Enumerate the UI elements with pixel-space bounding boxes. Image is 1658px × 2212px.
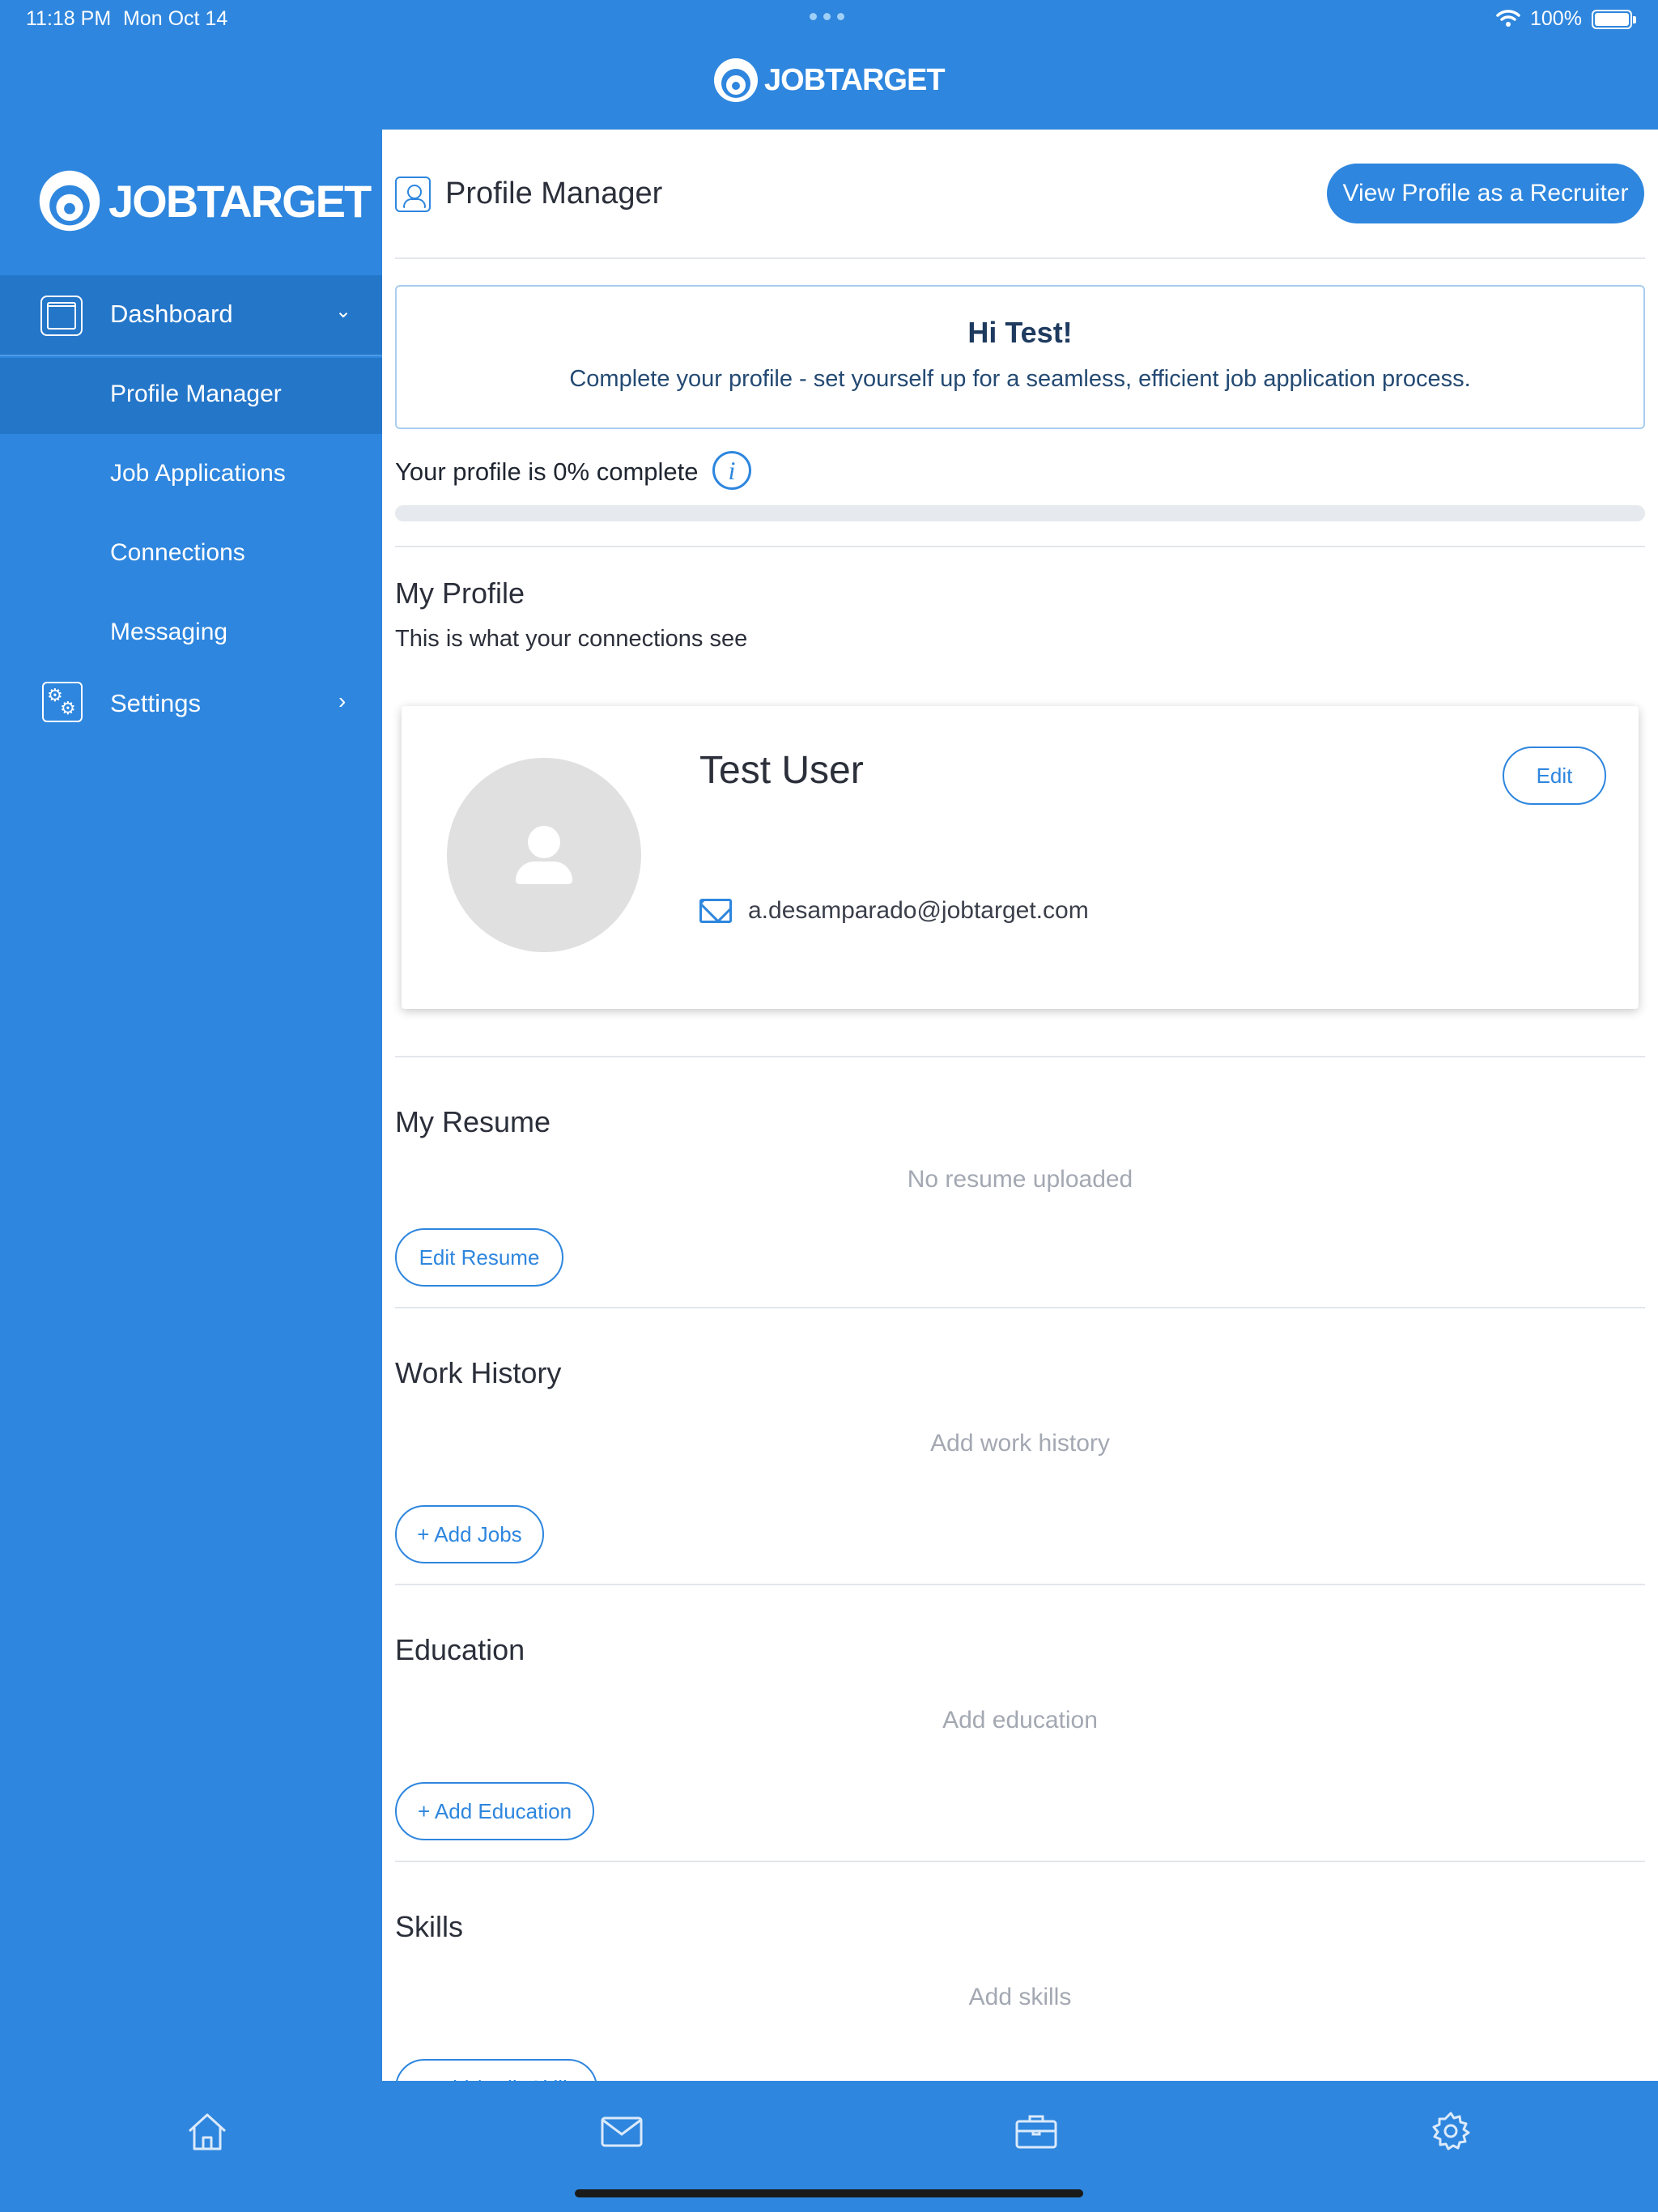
battery-icon: [1592, 10, 1636, 29]
home-indicator[interactable]: [575, 2189, 1083, 2197]
sidebar-item-label: Messaging: [110, 619, 228, 645]
profile-name: Test User: [699, 749, 864, 792]
target-logo-icon: [39, 170, 100, 232]
bottom-tab-bar: [0, 2081, 1658, 2212]
info-icon[interactable]: i: [712, 451, 751, 490]
add-edit-skills-button[interactable]: + Add / Edit Skills: [395, 2059, 597, 2081]
sidebar-logo: JOBTARGET: [37, 168, 372, 233]
divider: [395, 546, 1645, 547]
main-content: Profile Manager View Profile as a Recrui…: [382, 130, 1658, 2081]
app-logo-top: JOBTARGET: [712, 57, 946, 104]
divider: [395, 1307, 1645, 1308]
profile-manager-icon: [395, 177, 431, 212]
status-date: Mon Oct 14: [123, 7, 228, 30]
divider: [395, 1584, 1645, 1585]
welcome-message: Complete your profile - set yourself up …: [569, 366, 1471, 392]
sidebar: JOBTARGET Dashboard ⌄ Profile Manager Jo…: [0, 130, 382, 2081]
target-logo-icon: [714, 58, 758, 102]
sidebar-item-dashboard[interactable]: Dashboard ⌄: [0, 275, 382, 356]
edit-profile-button[interactable]: Edit: [1503, 747, 1606, 805]
edit-resume-button[interactable]: Edit Resume: [395, 1228, 563, 1287]
brand-name-sidebar: JOBTARGET: [108, 175, 372, 227]
status-bar: 11:18 PM Mon Oct 14 100%: [0, 0, 1658, 39]
sidebar-item-messaging[interactable]: Messaging: [0, 596, 382, 672]
multitasking-dots-icon[interactable]: [810, 6, 844, 20]
person-icon: [528, 826, 560, 858]
education-title: Education: [395, 1633, 525, 1666]
avatar: [447, 758, 641, 952]
gear-icon[interactable]: [1426, 2107, 1475, 2155]
education-empty-text: Add education: [942, 1707, 1098, 1733]
sidebar-item-settings[interactable]: ⚙ ⚙ Settings ›: [0, 664, 382, 745]
mail-icon[interactable]: [597, 2107, 646, 2155]
page-title: Profile Manager: [445, 177, 663, 211]
envelope-icon: [699, 899, 732, 923]
chevron-right-icon: ›: [338, 688, 346, 713]
home-icon[interactable]: [183, 2107, 232, 2155]
skills-title: Skills: [395, 1910, 464, 1943]
sidebar-item-label: Connections: [110, 539, 245, 566]
profile-card: Test User Edit a.desamparado@jobtarget.c…: [402, 706, 1639, 1009]
resume-title: My Resume: [395, 1105, 551, 1138]
dashboard-icon: [40, 296, 83, 336]
sidebar-item-label: Profile Manager: [110, 381, 282, 407]
sidebar-item-label: Dashboard: [110, 300, 233, 328]
profile-email: a.desamparado@jobtarget.com: [748, 897, 1089, 924]
skills-empty-text: Add skills: [968, 1984, 1072, 2010]
briefcase-icon[interactable]: [1012, 2107, 1061, 2155]
view-as-recruiter-button[interactable]: View Profile as a Recruiter: [1327, 164, 1644, 223]
profile-completion-text: Your profile is 0% complete: [395, 457, 699, 486]
resume-empty-text: No resume uploaded: [907, 1166, 1133, 1193]
sidebar-item-connections[interactable]: Connections: [0, 517, 382, 593]
add-jobs-button[interactable]: + Add Jobs: [395, 1505, 544, 1563]
brand-name-top: JOBTARGET: [764, 62, 946, 97]
work-history-title: Work History: [395, 1356, 562, 1389]
divider: [395, 257, 1645, 259]
welcome-banner: Hi Test! Complete your profile - set you…: [395, 285, 1645, 429]
wifi-icon: [1496, 10, 1520, 27]
work-history-empty-text: Add work history: [930, 1430, 1110, 1457]
status-time: 11:18 PM: [26, 7, 112, 30]
sidebar-item-profile-manager[interactable]: Profile Manager: [0, 358, 382, 434]
divider: [395, 1056, 1645, 1057]
welcome-greeting: Hi Test!: [967, 316, 1073, 349]
settings-gears-icon: ⚙ ⚙: [42, 682, 83, 722]
add-education-button[interactable]: + Add Education: [395, 1782, 594, 1840]
battery-percent: 100%: [1530, 7, 1582, 30]
sidebar-item-label: Job Applications: [110, 460, 286, 487]
chevron-down-icon: ⌄: [335, 300, 352, 322]
divider: [395, 1861, 1645, 1862]
my-profile-subtitle: This is what your connections see: [395, 626, 748, 652]
my-profile-title: My Profile: [395, 576, 525, 610]
sidebar-item-job-applications[interactable]: Job Applications: [0, 437, 382, 513]
person-icon-body: [516, 861, 572, 884]
profile-progress-bar: [395, 505, 1645, 521]
sidebar-item-label: Settings: [110, 689, 202, 717]
